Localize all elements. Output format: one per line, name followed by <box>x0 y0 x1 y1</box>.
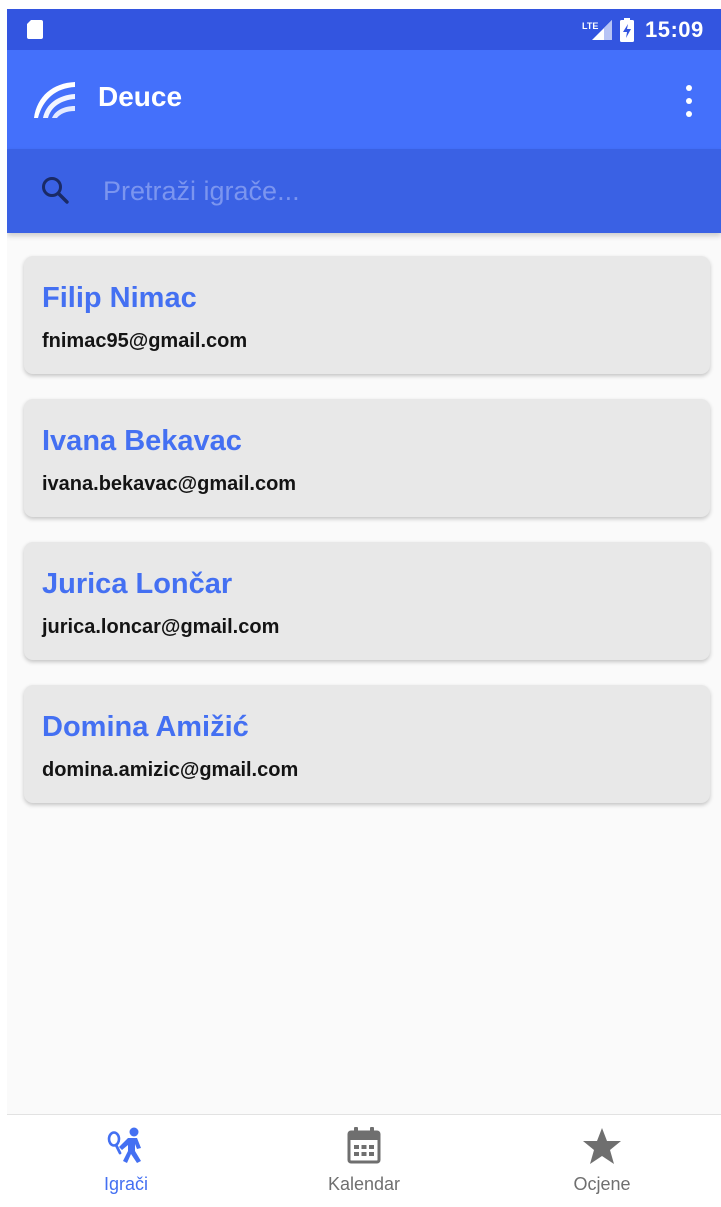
player-card[interactable]: Filip Nimac fnimac95@gmail.com <box>24 256 710 374</box>
player-name: Domina Amižić <box>42 711 249 743</box>
battery-charging-icon <box>620 18 634 42</box>
nav-item-igraci[interactable]: Igrači <box>7 1115 245 1207</box>
player-card[interactable]: Ivana Bekavac ivana.bekavac@gmail.com <box>24 399 710 517</box>
nav-label: Igrači <box>103 1174 148 1194</box>
player-name: Filip Nimac <box>42 282 197 314</box>
tennis-player-icon <box>107 1127 141 1163</box>
player-list: Filip Nimac fnimac95@gmail.com Ivana Bek… <box>24 256 710 828</box>
search-icon[interactable] <box>40 175 70 205</box>
player-email: jurica.loncar@gmail.com <box>42 616 280 638</box>
nav-label: Ocjene <box>573 1174 631 1194</box>
app-title: Deuce <box>98 81 183 112</box>
player-email: ivana.bekavac@gmail.com <box>42 473 297 495</box>
status-bar: LTE 15:09 <box>7 9 721 50</box>
more-vert-icon[interactable] <box>675 83 703 119</box>
lte-signal-icon: LTE <box>582 20 612 40</box>
player-card[interactable]: Jurica Lončar jurica.loncar@gmail.com <box>24 542 710 660</box>
nav-label: Kalendar <box>327 1174 401 1194</box>
nav-item-ocjene[interactable]: Ocjene <box>483 1115 721 1207</box>
player-card[interactable]: Domina Amižić domina.amizic@gmail.com <box>24 685 710 803</box>
wave-logo-icon <box>34 82 75 118</box>
status-time: 15:09 <box>645 17 704 42</box>
star-icon <box>583 1128 621 1164</box>
app-bar: Deuce <box>7 50 721 149</box>
app-screen: LTE 15:09 Deuce Filip Nimac fnim <box>7 9 721 1207</box>
player-name: Jurica Lončar <box>42 568 233 600</box>
search-bar <box>7 149 721 233</box>
player-email: fnimac95@gmail.com <box>42 330 248 352</box>
network-type-label: LTE <box>582 21 598 31</box>
search-input[interactable] <box>103 169 683 213</box>
player-email: domina.amizic@gmail.com <box>42 759 299 781</box>
bottom-navigation: Igrači Kalendar Ocjene <box>7 1114 721 1207</box>
sd-card-icon <box>27 20 43 39</box>
player-name: Ivana Bekavac <box>42 425 242 457</box>
calendar-icon <box>347 1127 381 1164</box>
nav-item-kalendar[interactable]: Kalendar <box>245 1115 483 1207</box>
